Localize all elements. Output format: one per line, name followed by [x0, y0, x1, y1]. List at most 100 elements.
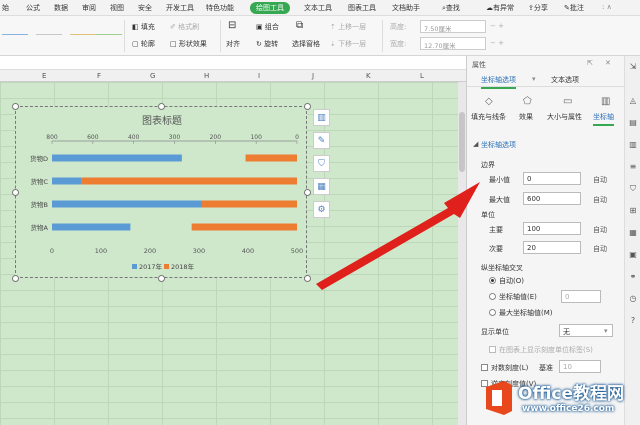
cross-auto-radio[interactable]	[489, 277, 496, 284]
sidebar-icon-shape[interactable]: ◬	[628, 96, 638, 106]
column-header[interactable]: G	[150, 72, 155, 80]
tab-drawing-tools[interactable]: 绘图工具	[250, 2, 290, 14]
log-scale-checkbox[interactable]	[481, 364, 488, 371]
group-button[interactable]: ▣ 组合	[256, 22, 279, 32]
min-auto-button[interactable]: 自动	[593, 175, 607, 185]
tab-review[interactable]: 审阅	[82, 3, 96, 13]
height-stepper[interactable]: − +	[490, 22, 504, 30]
vertical-scrollbar[interactable]	[458, 82, 466, 425]
sidebar-icon-link[interactable]: ⚭	[628, 272, 638, 282]
column-header[interactable]: H	[204, 72, 209, 80]
width-stepper[interactable]: − +	[490, 39, 504, 47]
resize-handle[interactable]	[12, 189, 19, 196]
chart-style-icon[interactable]: ✎	[313, 132, 330, 149]
column-header[interactable]: E	[42, 72, 46, 80]
minor-unit-input[interactable]	[523, 241, 581, 254]
column-header[interactable]: F	[97, 72, 101, 80]
chart-settings-icon[interactable]: ⚙	[313, 201, 330, 218]
collapse-icon[interactable]: ◢	[473, 140, 478, 148]
alert-button[interactable]: ☁有异常	[486, 3, 514, 13]
resize-handle[interactable]	[158, 275, 165, 282]
sidebar-icon-history[interactable]: ◷	[628, 294, 638, 304]
sidebar-icon-select[interactable]: ⇲	[628, 62, 638, 72]
sidebar-icon-chart[interactable]: ▥	[628, 140, 638, 150]
major-unit-input[interactable]	[523, 222, 581, 235]
resize-handle[interactable]	[12, 275, 19, 282]
height-input[interactable]: 7.50厘米	[420, 20, 486, 33]
chart-type-icon[interactable]: ▦	[313, 178, 330, 195]
rotate-button[interactable]: ↻ 旋转	[256, 39, 278, 49]
sidebar-icon-data[interactable]: ⊞	[628, 206, 638, 216]
cross-value-input[interactable]	[561, 290, 601, 303]
close-icon[interactable]: ✕	[605, 59, 611, 67]
tab-chart-tools[interactable]: 图表工具	[348, 3, 376, 13]
minor-auto-button[interactable]: 自动	[593, 244, 607, 254]
share-button[interactable]: ⇪分享	[528, 3, 548, 13]
tab-axis-options[interactable]: 坐标轴选项	[481, 75, 516, 89]
sidebar-icon-table[interactable]: ▦	[628, 228, 638, 238]
cross-max-radio[interactable]	[489, 309, 496, 316]
bring-forward-button[interactable]: ⇡ 上移一层	[330, 22, 366, 32]
base-input[interactable]	[559, 360, 601, 373]
shape-style-swatch[interactable]	[70, 34, 96, 38]
chart-area[interactable]: 图表标题 800 600 400 300 200 100 0 货物D 货物C 货物B 货物A 0 100 2…	[15, 106, 307, 278]
resize-handle[interactable]	[12, 103, 19, 110]
comment-button[interactable]: ✎批注	[564, 3, 584, 13]
column-header[interactable]: L	[420, 72, 424, 80]
shape-style-swatch[interactable]	[36, 34, 62, 38]
more-icon[interactable]: : ∧	[602, 3, 612, 11]
sidebar-icon-image[interactable]: ▣	[628, 250, 638, 260]
sidebar-icon-filter[interactable]: ⛉	[628, 184, 638, 194]
send-backward-button[interactable]: ⇣ 下移一层	[330, 39, 366, 49]
fill-line-label[interactable]: 填充与线条	[471, 112, 506, 122]
format-painter-button[interactable]: ✐ 格式刷	[170, 22, 199, 32]
tab-special[interactable]: 特色功能	[206, 3, 234, 13]
tab-doc-assistant[interactable]: 文档助手	[392, 3, 420, 13]
major-auto-button[interactable]: 自动	[593, 225, 607, 235]
sidebar-icon-style[interactable]: ▤	[628, 118, 638, 128]
selection-pane-button[interactable]: 选择窗格	[292, 39, 320, 49]
tab-formula[interactable]: 公式	[26, 3, 40, 13]
tab-data[interactable]: 数据	[54, 3, 68, 13]
width-input[interactable]: 12.70厘米	[420, 37, 486, 50]
column-header[interactable]: J	[312, 72, 314, 80]
sidebar-icon-property[interactable]: ≡	[628, 162, 638, 172]
chart-elements-icon[interactable]: ▥	[313, 109, 330, 126]
tab-security[interactable]: 安全	[138, 3, 152, 13]
effect-label[interactable]: 效果	[519, 112, 533, 122]
column-header[interactable]: I	[258, 72, 260, 80]
tab-text-options[interactable]: 文本选项	[551, 75, 579, 85]
display-units-select[interactable]: 无 ▾	[559, 324, 613, 337]
resize-handle[interactable]	[158, 103, 165, 110]
chevron-down-icon[interactable]: ▾	[532, 75, 536, 83]
size-property-icon[interactable]: ▭	[563, 96, 572, 107]
formula-bar[interactable]	[0, 56, 466, 70]
resize-handle[interactable]	[304, 275, 311, 282]
shape-effect-button[interactable]: □ 形状效果	[170, 39, 207, 49]
tab-view[interactable]: 视图	[110, 3, 124, 13]
tab-start[interactable]: 始	[2, 3, 9, 13]
cross-value-radio[interactable]	[489, 293, 496, 300]
panel-pin-icon[interactable]: ⇱	[587, 59, 593, 67]
fill-line-icon[interactable]: ◇	[485, 96, 493, 107]
size-property-label[interactable]: 大小与属性	[547, 112, 582, 122]
tab-developer[interactable]: 开发工具	[166, 3, 194, 13]
shape-style-swatch[interactable]	[2, 34, 28, 38]
resize-handle[interactable]	[304, 103, 311, 110]
tab-find[interactable]: ⌕查找	[442, 3, 460, 13]
chart-filter-icon[interactable]: ⛉	[313, 155, 330, 172]
tab-text-tools[interactable]: 文本工具	[304, 3, 332, 13]
show-units-checkbox[interactable]	[489, 346, 496, 353]
min-value-input[interactable]	[523, 172, 581, 185]
align-button[interactable]: 对齐	[226, 39, 240, 49]
outline-button[interactable]: ▢ 轮廓	[132, 39, 155, 49]
max-value-input[interactable]	[523, 192, 581, 205]
effect-icon[interactable]: ⬠	[523, 96, 532, 107]
max-auto-button[interactable]: 自动	[593, 195, 607, 205]
axis-tab-label[interactable]: 坐标轴	[593, 112, 614, 126]
shape-style-swatch[interactable]	[96, 34, 122, 38]
axis-icon[interactable]: ▥	[601, 96, 610, 107]
fill-button[interactable]: ◧ 填充	[132, 22, 155, 32]
scrollbar-thumb[interactable]	[459, 112, 465, 172]
resize-handle[interactable]	[304, 189, 311, 196]
